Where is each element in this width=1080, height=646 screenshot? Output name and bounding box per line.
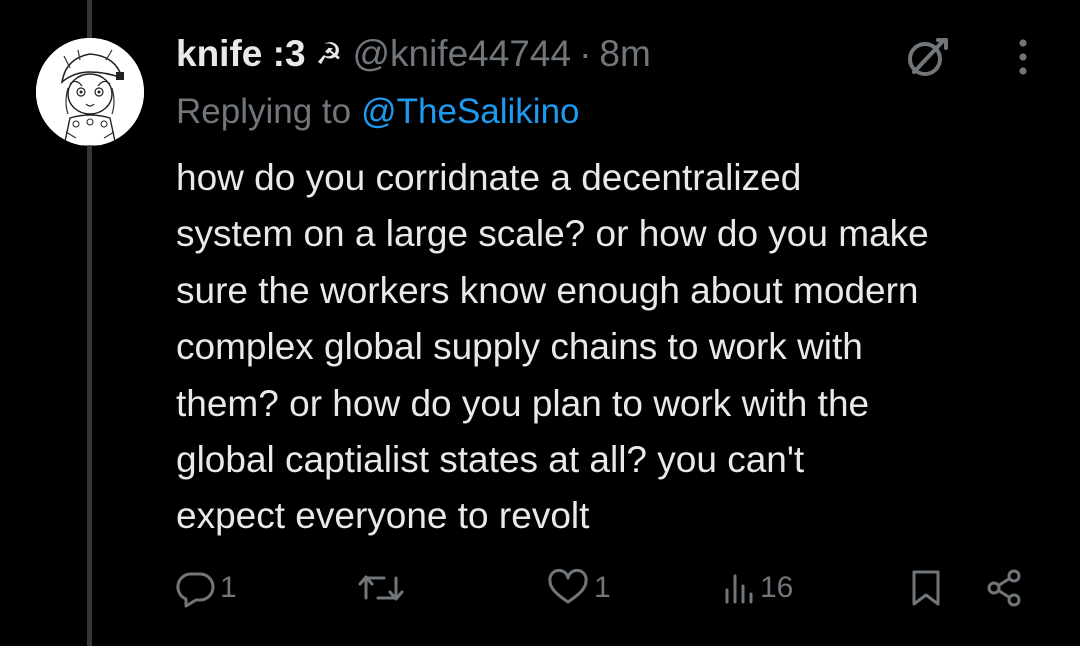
hammer-sickle-emoji: ☭ xyxy=(315,37,343,71)
heart-icon xyxy=(548,568,588,604)
action-bar: 1 1 16 xyxy=(0,560,1080,616)
views-icon xyxy=(725,574,753,604)
separator-dot: · xyxy=(579,33,592,74)
replying-to-handle[interactable]: @TheSalikino xyxy=(361,92,579,132)
tweet: knife :3 ☭ @knife44744 · 8m Replying to … xyxy=(0,0,1080,646)
tweet-text-line: sure the workers know enough about moder… xyxy=(176,269,919,311)
like-button[interactable]: 1 xyxy=(546,560,611,616)
grok-icon[interactable] xyxy=(902,32,952,82)
user-handle[interactable]: @knife44744 xyxy=(352,33,571,75)
avatar[interactable] xyxy=(36,38,144,146)
tweet-text-line: complex global supply chains to work wit… xyxy=(176,326,863,368)
replying-to-label: Replying to xyxy=(176,92,352,131)
tweet-header: knife :3 ☭ @knife44744 · 8m xyxy=(176,30,651,78)
replying-to: Replying to @TheSalikino xyxy=(176,88,580,136)
tweet-text-line: global captialist states at all? you can… xyxy=(176,439,805,481)
timestamp[interactable]: 8m xyxy=(599,33,650,75)
tweet-text-line: expect everyone to revolt xyxy=(176,495,590,537)
more-icon[interactable] xyxy=(1005,38,1041,78)
share-button[interactable] xyxy=(984,560,1024,616)
views-button[interactable]: 16 xyxy=(722,560,793,616)
bookmark-button[interactable] xyxy=(908,560,944,616)
reply-button[interactable]: 1 xyxy=(176,560,237,616)
reply-icon xyxy=(176,572,215,608)
like-count: 1 xyxy=(594,571,611,604)
display-name[interactable]: knife :3 xyxy=(176,33,306,75)
avatar-image xyxy=(36,38,144,146)
tweet-text: how do you corridnate a decentralized sy… xyxy=(176,150,1056,545)
retweet-icon xyxy=(358,575,404,601)
view-count: 16 xyxy=(760,571,794,604)
bookmark-icon xyxy=(912,570,940,606)
tweet-text-line: how do you corridnate a decentralized xyxy=(176,157,802,198)
share-icon xyxy=(987,569,1021,607)
reply-count: 1 xyxy=(220,571,237,604)
tweet-text-line: system on a large scale? or how do you m… xyxy=(176,213,929,255)
retweet-button[interactable] xyxy=(356,560,406,616)
tweet-text-line: them? or how do you plan to work with th… xyxy=(176,382,870,424)
